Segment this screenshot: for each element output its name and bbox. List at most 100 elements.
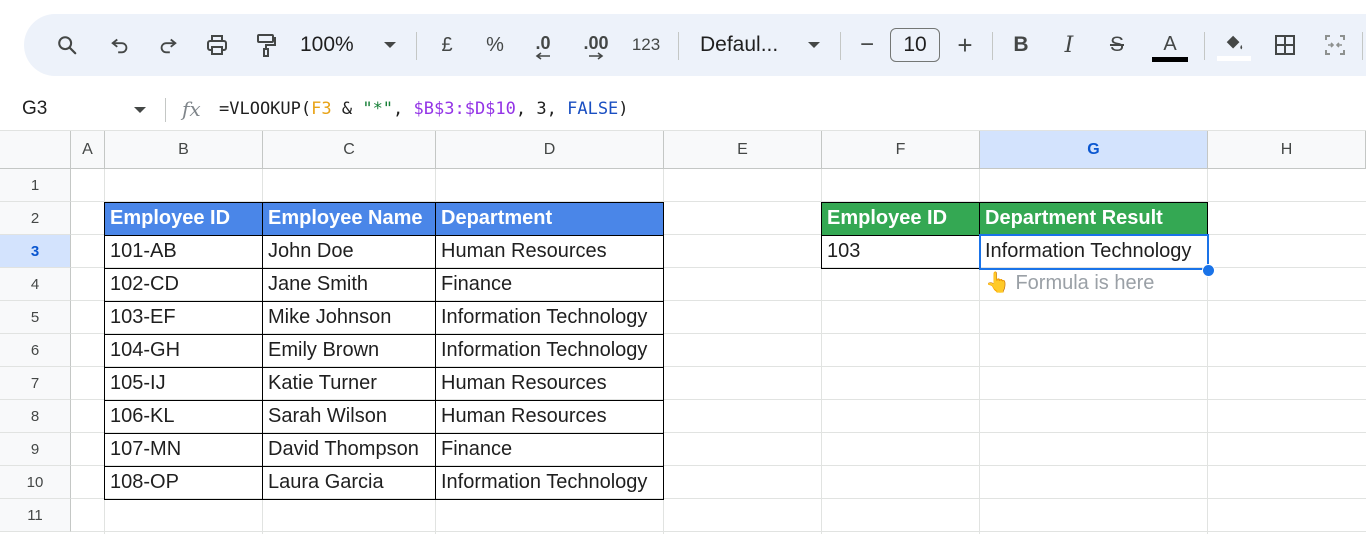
- minus-label: −: [859, 31, 874, 58]
- table-cell[interactable]: 103-EF: [104, 301, 263, 335]
- table-cell[interactable]: 101-AB: [104, 235, 263, 269]
- table-cell[interactable]: Laura Garcia: [262, 466, 436, 500]
- row-header-10[interactable]: 10: [0, 466, 71, 499]
- column-header-h[interactable]: H: [1208, 131, 1366, 169]
- strikethrough-button[interactable]: S: [1104, 14, 1130, 76]
- table-cell[interactable]: 106-KL: [104, 400, 263, 434]
- table-cell[interactable]: Human Resources: [435, 367, 664, 401]
- font-name: Defaul...: [700, 33, 779, 56]
- formula-part: =VLOOKUP(: [219, 99, 312, 119]
- row-header-11[interactable]: 11: [0, 499, 71, 532]
- font-size-input[interactable]: 10: [890, 28, 940, 62]
- formula-part: ,: [515, 99, 537, 119]
- column-header-a[interactable]: A: [71, 131, 105, 169]
- table-cell[interactable]: Human Resources: [435, 400, 664, 434]
- toolbar-divider: [840, 32, 841, 60]
- fill-handle[interactable]: [1202, 264, 1215, 277]
- zoom-select[interactable]: 100%: [300, 14, 370, 76]
- lookup-result-cell[interactable]: Information Technology: [979, 235, 1208, 269]
- font-select[interactable]: Defaul...: [700, 14, 800, 76]
- table-cell[interactable]: 107-MN: [104, 433, 263, 467]
- row-header-8[interactable]: 8: [0, 400, 71, 433]
- table-header-cell[interactable]: Department: [435, 202, 664, 236]
- print-icon[interactable]: [200, 14, 234, 76]
- chevron-down-icon[interactable]: [380, 14, 400, 76]
- table-cell[interactable]: 102-CD: [104, 268, 263, 302]
- table-cell[interactable]: Finance: [435, 268, 664, 302]
- search-icon[interactable]: [50, 14, 84, 76]
- borders-icon[interactable]: [1270, 14, 1300, 76]
- spreadsheet-grid: A B C D E F G H 1 2 3 4 5 6 7 8 9 10 11 …: [0, 131, 1366, 534]
- bold-button[interactable]: B: [1008, 14, 1034, 76]
- italic-label: I: [1064, 32, 1074, 58]
- table-cell[interactable]: Jane Smith: [262, 268, 436, 302]
- table-cell[interactable]: David Thompson: [262, 433, 436, 467]
- decrease-font-size-button[interactable]: −: [854, 14, 880, 76]
- table-cell[interactable]: 108-OP: [104, 466, 263, 500]
- table-cell[interactable]: Human Resources: [435, 235, 664, 269]
- percent-button[interactable]: %: [482, 14, 508, 76]
- table-cell[interactable]: John Doe: [262, 235, 436, 269]
- paint-bucket-icon: [1226, 35, 1243, 50]
- toolbar: 100% £ % .0 .00 123 Defaul... − 10 + B I…: [24, 14, 1366, 76]
- row-header-5[interactable]: 5: [0, 301, 71, 334]
- lookup-id-cell[interactable]: 103: [821, 235, 980, 269]
- chevron-down-icon[interactable]: [134, 107, 146, 113]
- table-cell[interactable]: Information Technology: [435, 334, 664, 368]
- table-cell[interactable]: 105-IJ: [104, 367, 263, 401]
- fill-color-button[interactable]: [1216, 14, 1252, 76]
- number-format-button[interactable]: 123: [628, 14, 664, 76]
- lookup-header-cell[interactable]: Department Result: [979, 202, 1208, 236]
- formula-bar: G3 fx =VLOOKUP(F3 & "*", $B$3:$D$10, 3, …: [0, 90, 1366, 131]
- decrease-decimal-button[interactable]: .0: [526, 14, 560, 76]
- merge-cells-icon[interactable]: [1320, 14, 1350, 76]
- gridline: [71, 531, 1366, 532]
- increase-decimal-button[interactable]: .00: [576, 14, 616, 76]
- text-color-button[interactable]: A: [1150, 14, 1190, 76]
- increase-decimal-label: .00: [583, 33, 609, 53]
- toolbar-divider: [416, 32, 417, 60]
- formula-ref-range: $B$3:$D$10: [413, 99, 516, 119]
- undo-icon[interactable]: [104, 14, 136, 76]
- table-cell[interactable]: Finance: [435, 433, 664, 467]
- table-header-cell[interactable]: Employee Name: [262, 202, 436, 236]
- table-header-cell[interactable]: Employee ID: [104, 202, 263, 236]
- table-cell[interactable]: Sarah Wilson: [262, 400, 436, 434]
- row-header-6[interactable]: 6: [0, 334, 71, 367]
- row-header-2[interactable]: 2: [0, 202, 71, 235]
- toolbar-divider: [992, 32, 993, 60]
- paint-format-icon[interactable]: [250, 14, 282, 76]
- number-format-label: 123: [631, 35, 661, 54]
- row-header-1[interactable]: 1: [0, 169, 71, 202]
- table-cell[interactable]: Emily Brown: [262, 334, 436, 368]
- column-header-g[interactable]: G: [980, 131, 1208, 169]
- row-header-9[interactable]: 9: [0, 433, 71, 466]
- row-header-3[interactable]: 3: [0, 235, 71, 268]
- redo-icon[interactable]: [152, 14, 184, 76]
- name-box[interactable]: G3: [22, 98, 47, 120]
- formula-input[interactable]: =VLOOKUP(F3 & "*", $B$3:$D$10, 3, FALSE): [219, 99, 629, 119]
- italic-button[interactable]: I: [1056, 14, 1082, 76]
- table-cell[interactable]: Information Technology: [435, 301, 664, 335]
- select-all-corner[interactable]: [0, 131, 71, 169]
- row-header-7[interactable]: 7: [0, 367, 71, 400]
- currency-label: £: [441, 33, 453, 56]
- formula-string: "*": [362, 99, 394, 119]
- column-header-b[interactable]: B: [105, 131, 263, 169]
- column-header-e[interactable]: E: [664, 131, 822, 169]
- column-header-d[interactable]: D: [436, 131, 664, 169]
- table-cell[interactable]: 104-GH: [104, 334, 263, 368]
- increase-font-size-button[interactable]: +: [952, 14, 978, 76]
- row-header-4[interactable]: 4: [0, 268, 71, 301]
- column-header-f[interactable]: F: [822, 131, 980, 169]
- currency-button[interactable]: £: [434, 14, 460, 76]
- table-cell[interactable]: Katie Turner: [262, 367, 436, 401]
- column-header-c[interactable]: C: [263, 131, 436, 169]
- decrease-decimal-label: .0: [535, 33, 551, 53]
- lookup-header-cell[interactable]: Employee ID: [821, 202, 980, 236]
- formula-boolean: FALSE: [567, 99, 619, 119]
- chevron-down-icon[interactable]: [804, 14, 824, 76]
- table-cell[interactable]: Information Technology: [435, 466, 664, 500]
- arrow-left-icon: [535, 52, 550, 60]
- table-cell[interactable]: Mike Johnson: [262, 301, 436, 335]
